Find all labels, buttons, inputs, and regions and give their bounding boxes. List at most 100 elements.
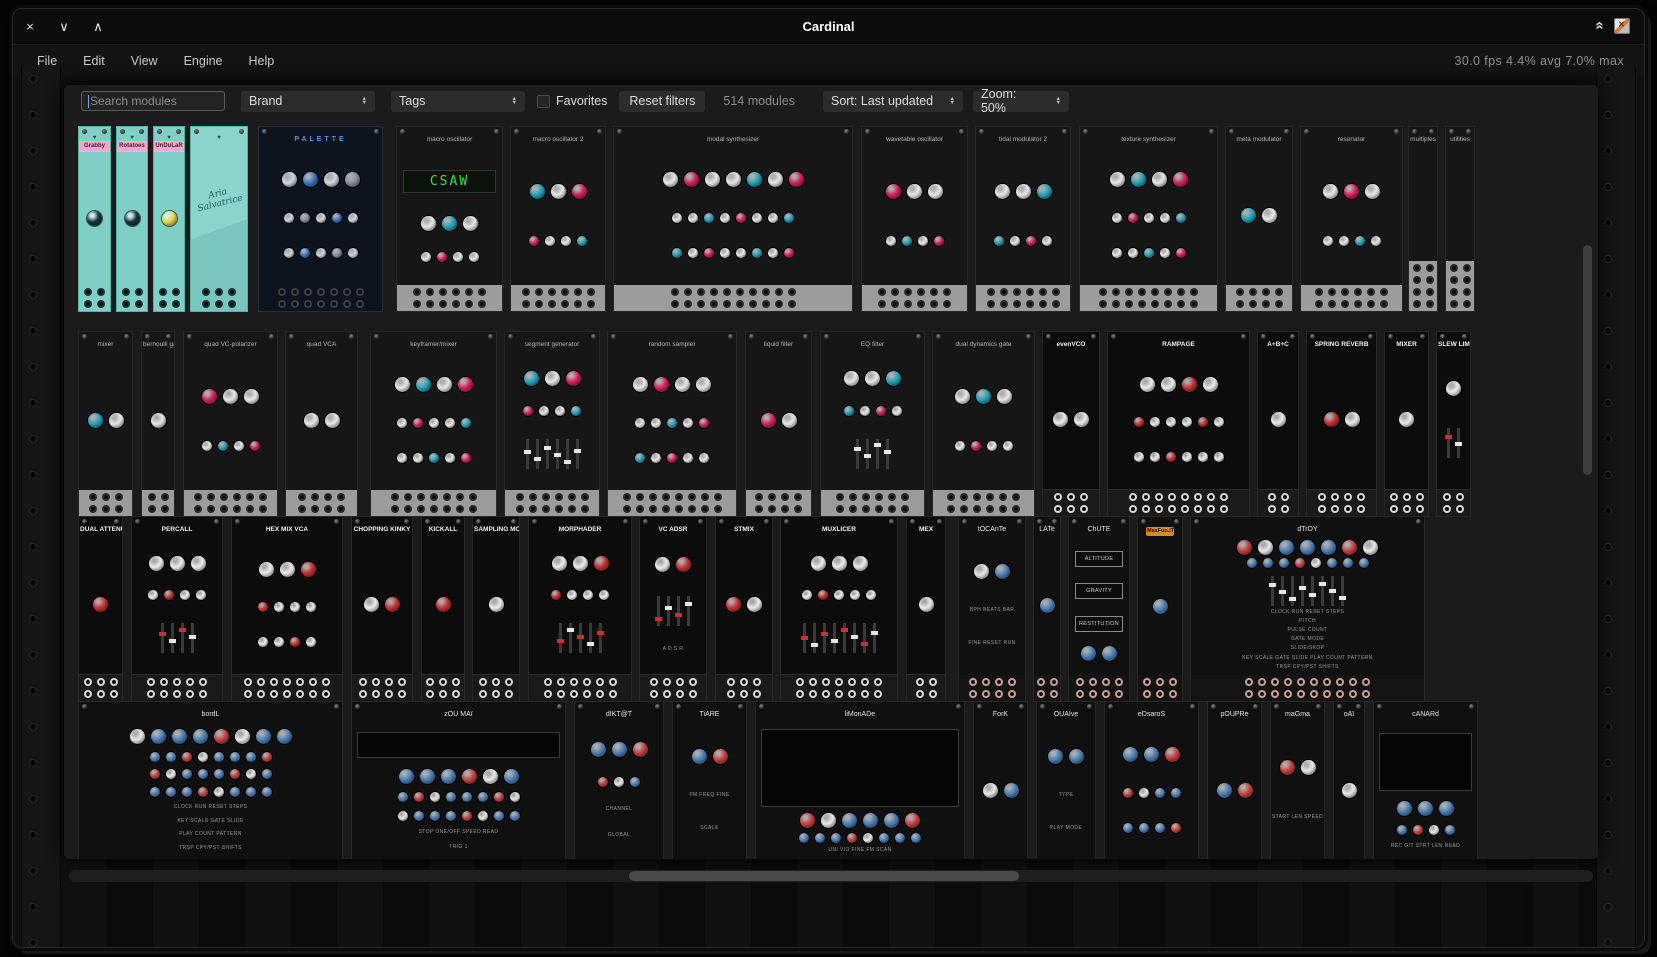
module-card-canard[interactable]: cANARdREC G/T STRT LEN READ bbox=[1373, 701, 1478, 859]
module-card-tidal-modulator-2[interactable]: tidal modulator 2 bbox=[975, 126, 1071, 312]
module-card-undular[interactable]: ♥UnDuLaR bbox=[153, 126, 185, 312]
module-card-tocante[interactable]: tOCAnTeBPH BEATS BARFINE RESET RUN bbox=[958, 516, 1026, 702]
module-card-utilities[interactable]: utilities bbox=[1445, 126, 1475, 312]
jack-icon bbox=[456, 493, 464, 501]
module-art: A D S R bbox=[640, 535, 706, 674]
module-card-dual-dynamics-gate[interactable]: dual dynamics gate bbox=[932, 331, 1035, 517]
module-card-meta-modulator[interactable]: meta modulator bbox=[1225, 126, 1293, 312]
module-art bbox=[1138, 538, 1182, 675]
slider-icon bbox=[579, 623, 582, 653]
module-card-vc-adsr[interactable]: VC ADSRA D S R bbox=[639, 516, 707, 702]
brand-dropdown[interactable]: Brand ▲▼ bbox=[241, 91, 375, 112]
module-card-keyframer-mixer[interactable]: keyframer/mixer bbox=[370, 331, 497, 517]
double-chevron-up-icon[interactable]: « bbox=[1591, 21, 1608, 29]
search-input[interactable] bbox=[81, 91, 225, 111]
module-card-modal-synthesizer[interactable]: modal synthesizer bbox=[613, 126, 853, 312]
module-card-ouaive[interactable]: OUAIveTYPEPLAY MODE bbox=[1036, 701, 1096, 859]
module-card-mex[interactable]: MEX bbox=[906, 516, 946, 702]
module-card-mixer[interactable]: MIXER bbox=[1384, 331, 1429, 517]
module-card-percall[interactable]: PERCALL bbox=[131, 516, 223, 702]
module-card-bernoulli-gate[interactable]: bernoulli gate bbox=[141, 331, 175, 517]
tags-dropdown[interactable]: Tags ▲▼ bbox=[391, 91, 525, 112]
menu-help[interactable]: Help bbox=[249, 54, 275, 68]
module-card-maxfun-it[interactable]: MaxFun.iT bbox=[1137, 516, 1183, 702]
menu-engine[interactable]: Engine bbox=[184, 54, 223, 68]
module-card-dikt-t[interactable]: dIKT@TCHANNELGLOBAL bbox=[574, 701, 664, 859]
module-card-hex-mix-vca[interactable]: HEX MIX VCA bbox=[231, 516, 343, 702]
module-card-slew-limiter[interactable]: SLEW LIMITER bbox=[1436, 331, 1471, 517]
shade-button[interactable]: ∨ bbox=[47, 19, 81, 35]
reset-filters-button[interactable]: Reset filters bbox=[619, 91, 705, 112]
module-card-chopping-kinky[interactable]: CHOPPING KINKY bbox=[351, 516, 413, 702]
module-art bbox=[608, 350, 736, 490]
menu-file[interactable]: File bbox=[37, 54, 57, 68]
zoom-dropdown[interactable]: Zoom: 50% ▲▼ bbox=[973, 91, 1069, 112]
knob-icon bbox=[478, 792, 488, 802]
module-card-dtroy[interactable]: dTrOYCLOCK RUN RESET STEPSPITCHPULSE COU… bbox=[1190, 516, 1425, 702]
module-card-limonade[interactable]: liMonADeUNI V/O FINE FM SCAN bbox=[755, 701, 965, 859]
module-card-texture-synthesizer[interactable]: texture synthesizer bbox=[1079, 126, 1218, 312]
panel-label: START LEN SPEED bbox=[1272, 814, 1323, 820]
jack-icon bbox=[969, 678, 977, 686]
module-card-tiare[interactable]: TiAREFM FREQ FINESCALE bbox=[672, 701, 747, 859]
jack-icon bbox=[1380, 300, 1388, 308]
h-scrollbar-track[interactable] bbox=[69, 870, 1593, 882]
sort-dropdown[interactable]: Sort: Last updated ▲▼ bbox=[823, 91, 963, 112]
module-card-macro-oscillator[interactable]: macro oscillatorCSAW bbox=[396, 126, 503, 312]
module-card-wavetable-oscillator[interactable]: wavetable oscillator bbox=[861, 126, 968, 312]
module-card-zo-ma[interactable]: zOÙ MAïSTOP ONE/OFF SPEED READTRIG 1 bbox=[351, 701, 566, 859]
module-card-spring-reverb[interactable]: SPRING REVERB bbox=[1306, 331, 1377, 517]
menu-view[interactable]: View bbox=[131, 54, 158, 68]
knob-icon bbox=[688, 248, 698, 258]
favorites-checkbox[interactable] bbox=[537, 95, 550, 108]
module-card-multiples[interactable]: multiples bbox=[1408, 126, 1438, 312]
module-card-eq-filter[interactable]: EQ filter bbox=[820, 331, 925, 517]
module-card-morphader[interactable]: MORPHADER bbox=[528, 516, 632, 702]
module-card-muxlicer[interactable]: MUXLICER bbox=[780, 516, 898, 702]
module-card-poupre[interactable]: pOUPRe bbox=[1207, 701, 1262, 859]
module-card-fork[interactable]: ForK bbox=[973, 701, 1028, 859]
module-card-quad-vc-polarizer[interactable]: quad VC-polarizer bbox=[183, 331, 278, 517]
knob-icon bbox=[1397, 801, 1412, 816]
knob-icon bbox=[747, 172, 762, 187]
module-card-rotatoes[interactable]: ♥Rotatoes bbox=[116, 126, 148, 312]
module-card-bordl[interactable]: bordLCLOCK RUN RESET STEPSKEY SCALE GATE… bbox=[78, 701, 343, 859]
module-card-sampling-modulator[interactable]: SAMPLING MODULATOR bbox=[472, 516, 520, 702]
v-scrollbar[interactable] bbox=[1583, 245, 1592, 475]
module-card-stmix[interactable]: STMIX bbox=[715, 516, 773, 702]
module-card-dual-attenuverter[interactable]: DUAL ATTENUVERTER bbox=[78, 516, 123, 702]
module-card-edsaros[interactable]: eDsaroS bbox=[1104, 701, 1199, 859]
module-card-segment-generator[interactable]: segment generator bbox=[504, 331, 600, 517]
module-card-liquid-filter[interactable]: liquid filter bbox=[745, 331, 812, 517]
knob-icon bbox=[655, 557, 670, 572]
knob-icon bbox=[688, 213, 698, 223]
module-card-grabby[interactable]: ♥Grabby bbox=[78, 126, 111, 312]
jack-icon bbox=[986, 505, 994, 513]
module-card-quad-vca[interactable]: quad VCA bbox=[285, 331, 358, 517]
module-card-evenvco[interactable]: evenVCO bbox=[1042, 331, 1100, 517]
module-art bbox=[1226, 145, 1292, 285]
h-scrollbar-thumb[interactable] bbox=[629, 871, 1019, 881]
module-card-palette[interactable]: PALETTE bbox=[258, 126, 383, 312]
close-button[interactable]: × bbox=[13, 19, 47, 34]
module-card-random-sampler[interactable]: random sampler bbox=[607, 331, 737, 517]
knob-icon bbox=[1160, 248, 1170, 258]
module-card-rampage[interactable]: RAMPAGE bbox=[1107, 331, 1250, 517]
jack-icon bbox=[688, 505, 696, 513]
expand-button[interactable]: ∧ bbox=[81, 19, 115, 35]
module-card-chute[interactable]: ChUTEALTITUDEGRAVITYRESTITUTION bbox=[1068, 516, 1130, 702]
app-badge-icon[interactable] bbox=[1614, 18, 1630, 34]
module-card-oa[interactable]: oAï bbox=[1333, 701, 1365, 859]
menu-edit[interactable]: Edit bbox=[83, 54, 105, 68]
module-name: quad VCA bbox=[286, 340, 357, 350]
module-card-kickall[interactable]: KICKALL bbox=[421, 516, 465, 702]
module-card-resonator[interactable]: resonator bbox=[1300, 126, 1403, 312]
module-card-magma[interactable]: maGmaSTART LEN SPEED bbox=[1270, 701, 1325, 859]
module-card-macro-oscillator-2[interactable]: macro oscillator 2 bbox=[510, 126, 606, 312]
knob-icon bbox=[1446, 381, 1461, 396]
module-card-mixer[interactable]: mixer bbox=[78, 331, 133, 517]
jack-icon bbox=[311, 505, 319, 513]
module-card-aria-salvatrice[interactable]: ♥Aria Salvatrice bbox=[190, 126, 248, 312]
module-card-late[interactable]: LATe bbox=[1033, 516, 1061, 702]
module-card-a-b-c[interactable]: A+B+C bbox=[1257, 331, 1299, 517]
